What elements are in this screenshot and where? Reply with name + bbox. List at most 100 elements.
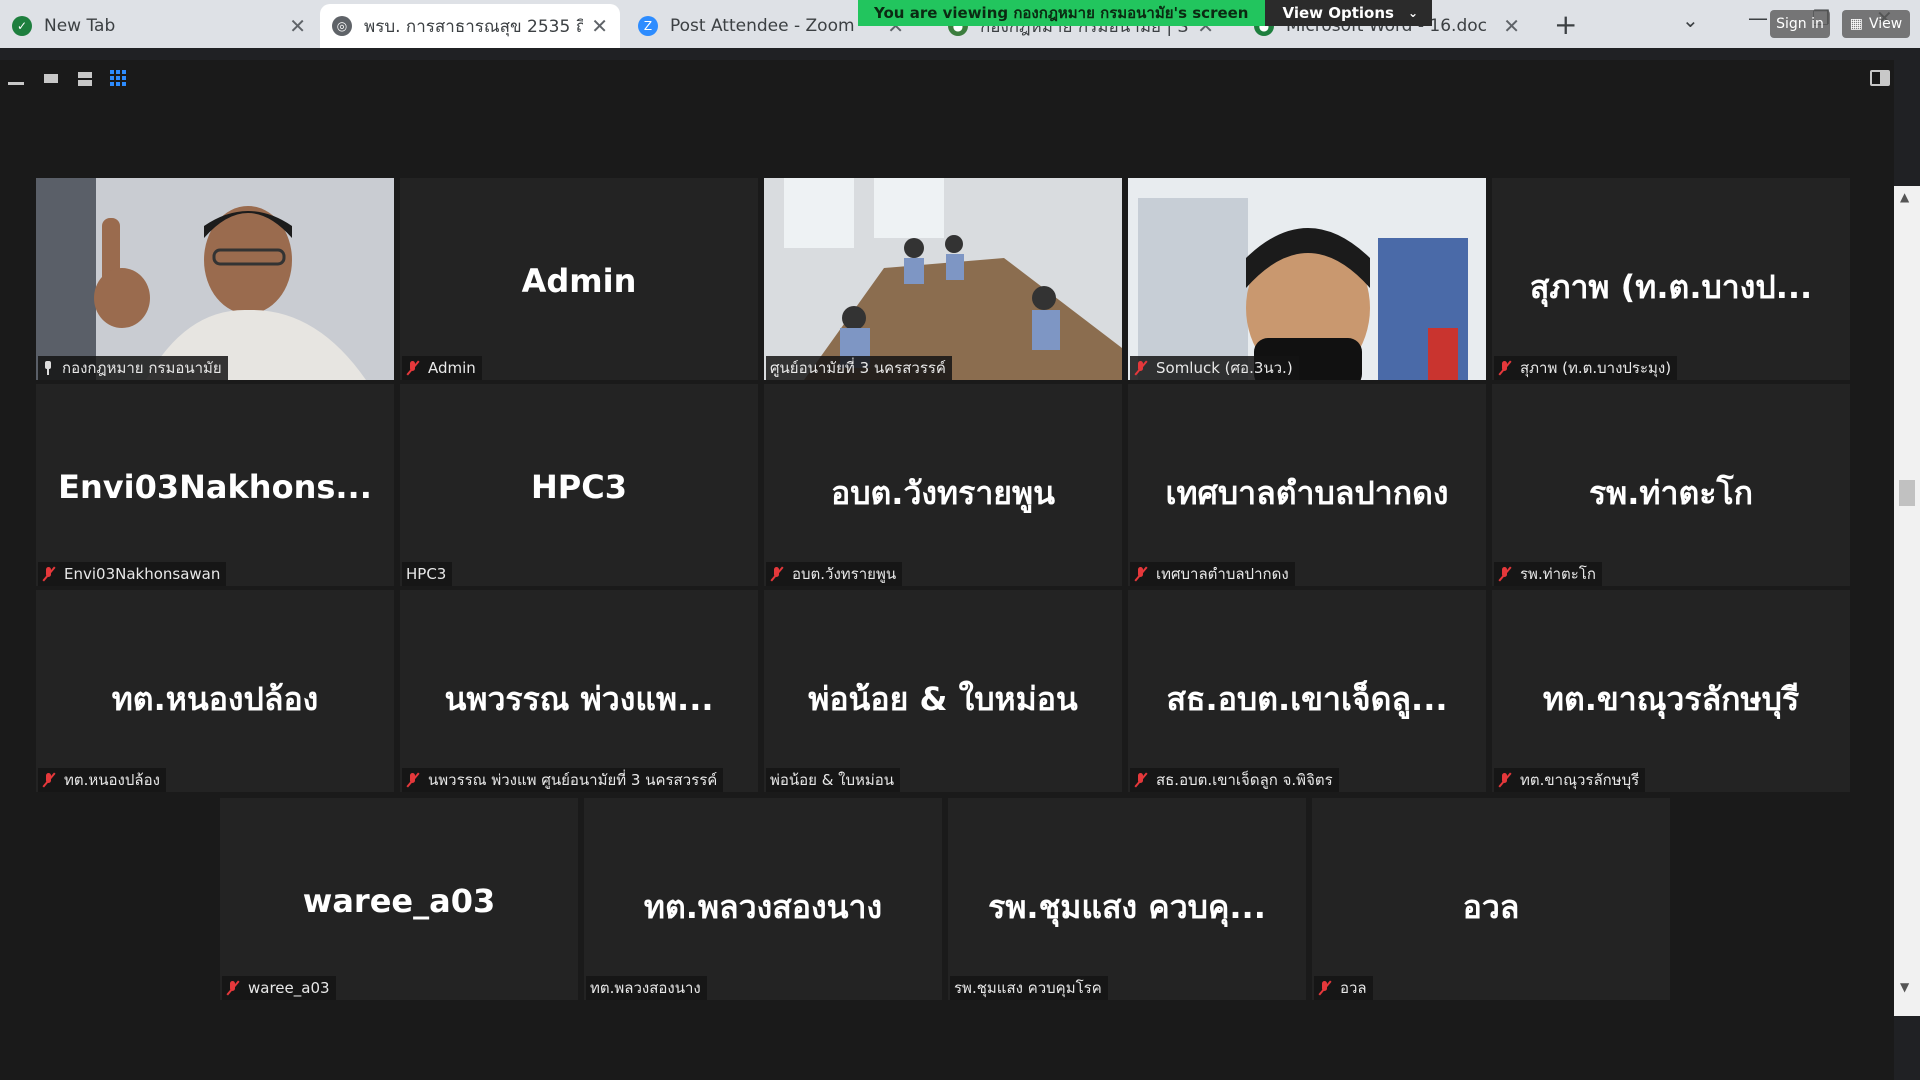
participant-name-label: Admin [402, 356, 482, 380]
participant-name-text: Somluck (ศอ.3นว.) [1156, 359, 1293, 377]
screen-share-banner: You are viewing กองกฎหมาย กรมอนามัย's sc… [858, 0, 1433, 26]
participant-name-label: กองกฎหมาย กรมอนามัย [38, 356, 228, 380]
participant-name-label: ทต.พลวงสองนาง [586, 976, 707, 1000]
participant-name-label: Envi03Nakhonsawan [38, 562, 227, 586]
muted-microphone-icon [1498, 360, 1512, 376]
pin-icon [42, 361, 54, 375]
shield-icon: ✓ [12, 16, 32, 36]
participant-tile[interactable]: ทต.ขาณุวรลักษบุรี ทต.ขาณุวรลักษบุรี [1492, 590, 1850, 792]
participant-tile[interactable]: HPC3 HPC3 [400, 384, 758, 586]
new-tab-icon[interactable]: + [1554, 8, 1577, 41]
participant-display-name: HPC3 [531, 468, 627, 506]
participant-display-name: สุภาพ (ท.ต.บางป... [1529, 268, 1813, 306]
participant-name-text: เทศบาลตำบลปากดง [1156, 565, 1289, 583]
scrollbar[interactable] [1894, 186, 1920, 1016]
participant-display-name: รพ.ชุมแสง ควบคุ... [988, 888, 1266, 926]
participant-name-label: เทศบาลตำบลปากดง [1130, 562, 1295, 586]
scroll-down-icon[interactable]: ▼ [1900, 980, 1909, 994]
chevron-down-icon: ⌄ [1407, 6, 1419, 20]
participant-display-name: พ่อน้อย & ใบหม่อน [808, 680, 1078, 718]
muted-microphone-icon [406, 360, 420, 376]
muted-microphone-icon [1318, 980, 1332, 996]
participant-name-text: Envi03Nakhonsawan [64, 565, 221, 583]
minimize-view-icon[interactable] [8, 70, 28, 88]
participant-name-label: สุภาพ (ท.ต.บางประมุง) [1494, 356, 1678, 380]
participant-tile[interactable]: นพวรรณ พ่วงแพ... นพวรรณ พ่วงแพ ศูนย์อนามั… [400, 590, 758, 792]
participant-tile[interactable]: เทศบาลตำบลปากดง เทศบาลตำบลปากดง [1128, 384, 1486, 586]
speaker-view-icon[interactable] [42, 70, 62, 88]
muted-microphone-icon [406, 772, 420, 788]
participant-display-name: นพวรรณ พ่วงแพ... [444, 680, 714, 718]
participant-name-text: กองกฎหมาย กรมอนามัย [62, 359, 222, 377]
participant-name-text: พ่อน้อย & ใบหม่อน [770, 771, 895, 789]
participant-name-text: นพวรรณ พ่วงแพ ศูนย์อนามัยที่ 3 นครสวรรค์ [428, 771, 718, 789]
participant-name-text: Admin [428, 359, 476, 377]
participant-name-label: รพ.ท่าตะโก [1494, 562, 1602, 586]
participant-tile[interactable]: Somluck (ศอ.3นว.) [1128, 178, 1486, 380]
participant-display-name: เทศบาลตำบลปากดง [1165, 474, 1449, 512]
participant-display-name: อวล [1462, 888, 1520, 926]
scroll-up-icon[interactable]: ▲ [1900, 190, 1909, 204]
participant-tile[interactable]: waree_a03 waree_a03 [220, 798, 578, 1000]
participant-display-name: อบต.วังทรายพูน [830, 474, 1056, 512]
participant-name-text: HPC3 [406, 565, 447, 583]
participant-tile[interactable]: สธ.อบต.เขาเจ็ดลู... สธ.อบต.เขาเจ็ดลูก จ.พ… [1128, 590, 1486, 792]
participant-name-label: ทต.ขาณุวรลักษบุรี [1494, 768, 1646, 792]
gallery-view-icon[interactable] [110, 70, 130, 88]
participant-tile[interactable]: อบต.วังทรายพูน อบต.วังทรายพูน [764, 384, 1122, 586]
participant-name-text: ทต.ขาณุวรลักษบุรี [1520, 771, 1640, 789]
participant-tile[interactable]: Envi03Nakhons... Envi03Nakhonsawan [36, 384, 394, 586]
muted-microphone-icon [1134, 772, 1148, 788]
participant-name-text: สธ.อบต.เขาเจ็ดลูก จ.พิจิตร [1156, 771, 1333, 789]
participant-name-label: HPC3 [402, 562, 453, 586]
minimize-icon[interactable]: — [1748, 6, 1768, 30]
view-options-label: View Options [1282, 4, 1394, 22]
participant-tile[interactable]: ทต.หนองปล้อง ทต.หนองปล้อง [36, 590, 394, 792]
participant-tile[interactable]: สุภาพ (ท.ต.บางป... สุภาพ (ท.ต.บางประมุง) [1492, 178, 1850, 380]
participant-display-name: รพ.ท่าตะโก [1588, 474, 1754, 512]
close-icon[interactable]: ✕ [1503, 14, 1520, 38]
tab-title: New Tab [44, 16, 116, 36]
muted-microphone-icon [226, 980, 240, 996]
participant-tile[interactable]: อวล อวล [1312, 798, 1670, 1000]
tab-list-icon[interactable]: ⌄ [1682, 8, 1699, 32]
tab-title: พรบ. การสาธารณสุข 2535 ถึง ฉ [364, 16, 584, 37]
participant-display-name: ทต.พลวงสองนาง [643, 888, 883, 926]
participant-name-text: รพ.ชุมแสง ควบคุมโรค [954, 979, 1102, 997]
participant-tile[interactable]: รพ.ท่าตะโก รพ.ท่าตะโก [1492, 384, 1850, 586]
participant-tile[interactable]: ทต.พลวงสองนาง ทต.พลวงสองนาง [584, 798, 942, 1000]
participant-video [764, 178, 1122, 380]
view-button[interactable]: ▦ View [1842, 10, 1910, 38]
participant-tile[interactable]: ศูนย์อนามัยที่ 3 นครสวรรค์ [764, 178, 1122, 380]
participant-display-name: ทต.หนองปล้อง [111, 680, 319, 718]
close-icon[interactable]: ✕ [289, 14, 306, 38]
participant-tile[interactable]: รพ.ชุมแสง ควบคุ... รพ.ชุมแสง ควบคุมโรค [948, 798, 1306, 1000]
tab-new-tab[interactable]: ✓ New Tab ✕ [0, 4, 318, 48]
participant-video [36, 178, 394, 380]
view-options-button[interactable]: View Options ⌄ [1264, 0, 1433, 26]
participant-name-label: อวล [1314, 976, 1373, 1000]
tab-public-health-act[interactable]: ◎ พรบ. การสาธารณสุข 2535 ถึง ฉ ✕ [320, 4, 620, 48]
view-mode-toolbar [8, 70, 130, 88]
share-message: You are viewing กองกฎหมาย กรมอนามัย's sc… [858, 0, 1265, 26]
participant-name-label: นพวรรณ พ่วงแพ ศูนย์อนามัยที่ 3 นครสวรรค์ [402, 768, 724, 792]
participant-display-name: ทต.ขาณุวรลักษบุรี [1542, 680, 1800, 718]
participant-display-name: Admin [521, 262, 637, 300]
participant-name-label: Somluck (ศอ.3นว.) [1130, 356, 1299, 380]
participant-tile[interactable]: กองกฎหมาย กรมอนามัย [36, 178, 394, 380]
muted-microphone-icon [42, 772, 56, 788]
scrollbar-thumb[interactable] [1899, 480, 1915, 506]
zoom-meeting-window: กองกฎหมาย กรมอนามัย Admin Admin ศูนย์อนามัย… [0, 60, 1894, 1080]
muted-microphone-icon [42, 566, 56, 582]
participant-name-text: waree_a03 [248, 979, 330, 997]
sign-in-button[interactable]: Sign in [1770, 10, 1830, 38]
close-icon[interactable]: ✕ [591, 14, 608, 38]
muted-microphone-icon [1498, 566, 1512, 582]
split-view-icon[interactable] [76, 70, 96, 88]
participant-name-text: สุภาพ (ท.ต.บางประมุง) [1520, 359, 1672, 377]
side-panel-toggle-icon[interactable] [1870, 70, 1890, 86]
participant-name-label: ทต.หนองปล้อง [38, 768, 166, 792]
participant-tile[interactable]: Admin Admin [400, 178, 758, 380]
muted-microphone-icon [1134, 566, 1148, 582]
participant-tile[interactable]: พ่อน้อย & ใบหม่อน พ่อน้อย & ใบหม่อน [764, 590, 1122, 792]
